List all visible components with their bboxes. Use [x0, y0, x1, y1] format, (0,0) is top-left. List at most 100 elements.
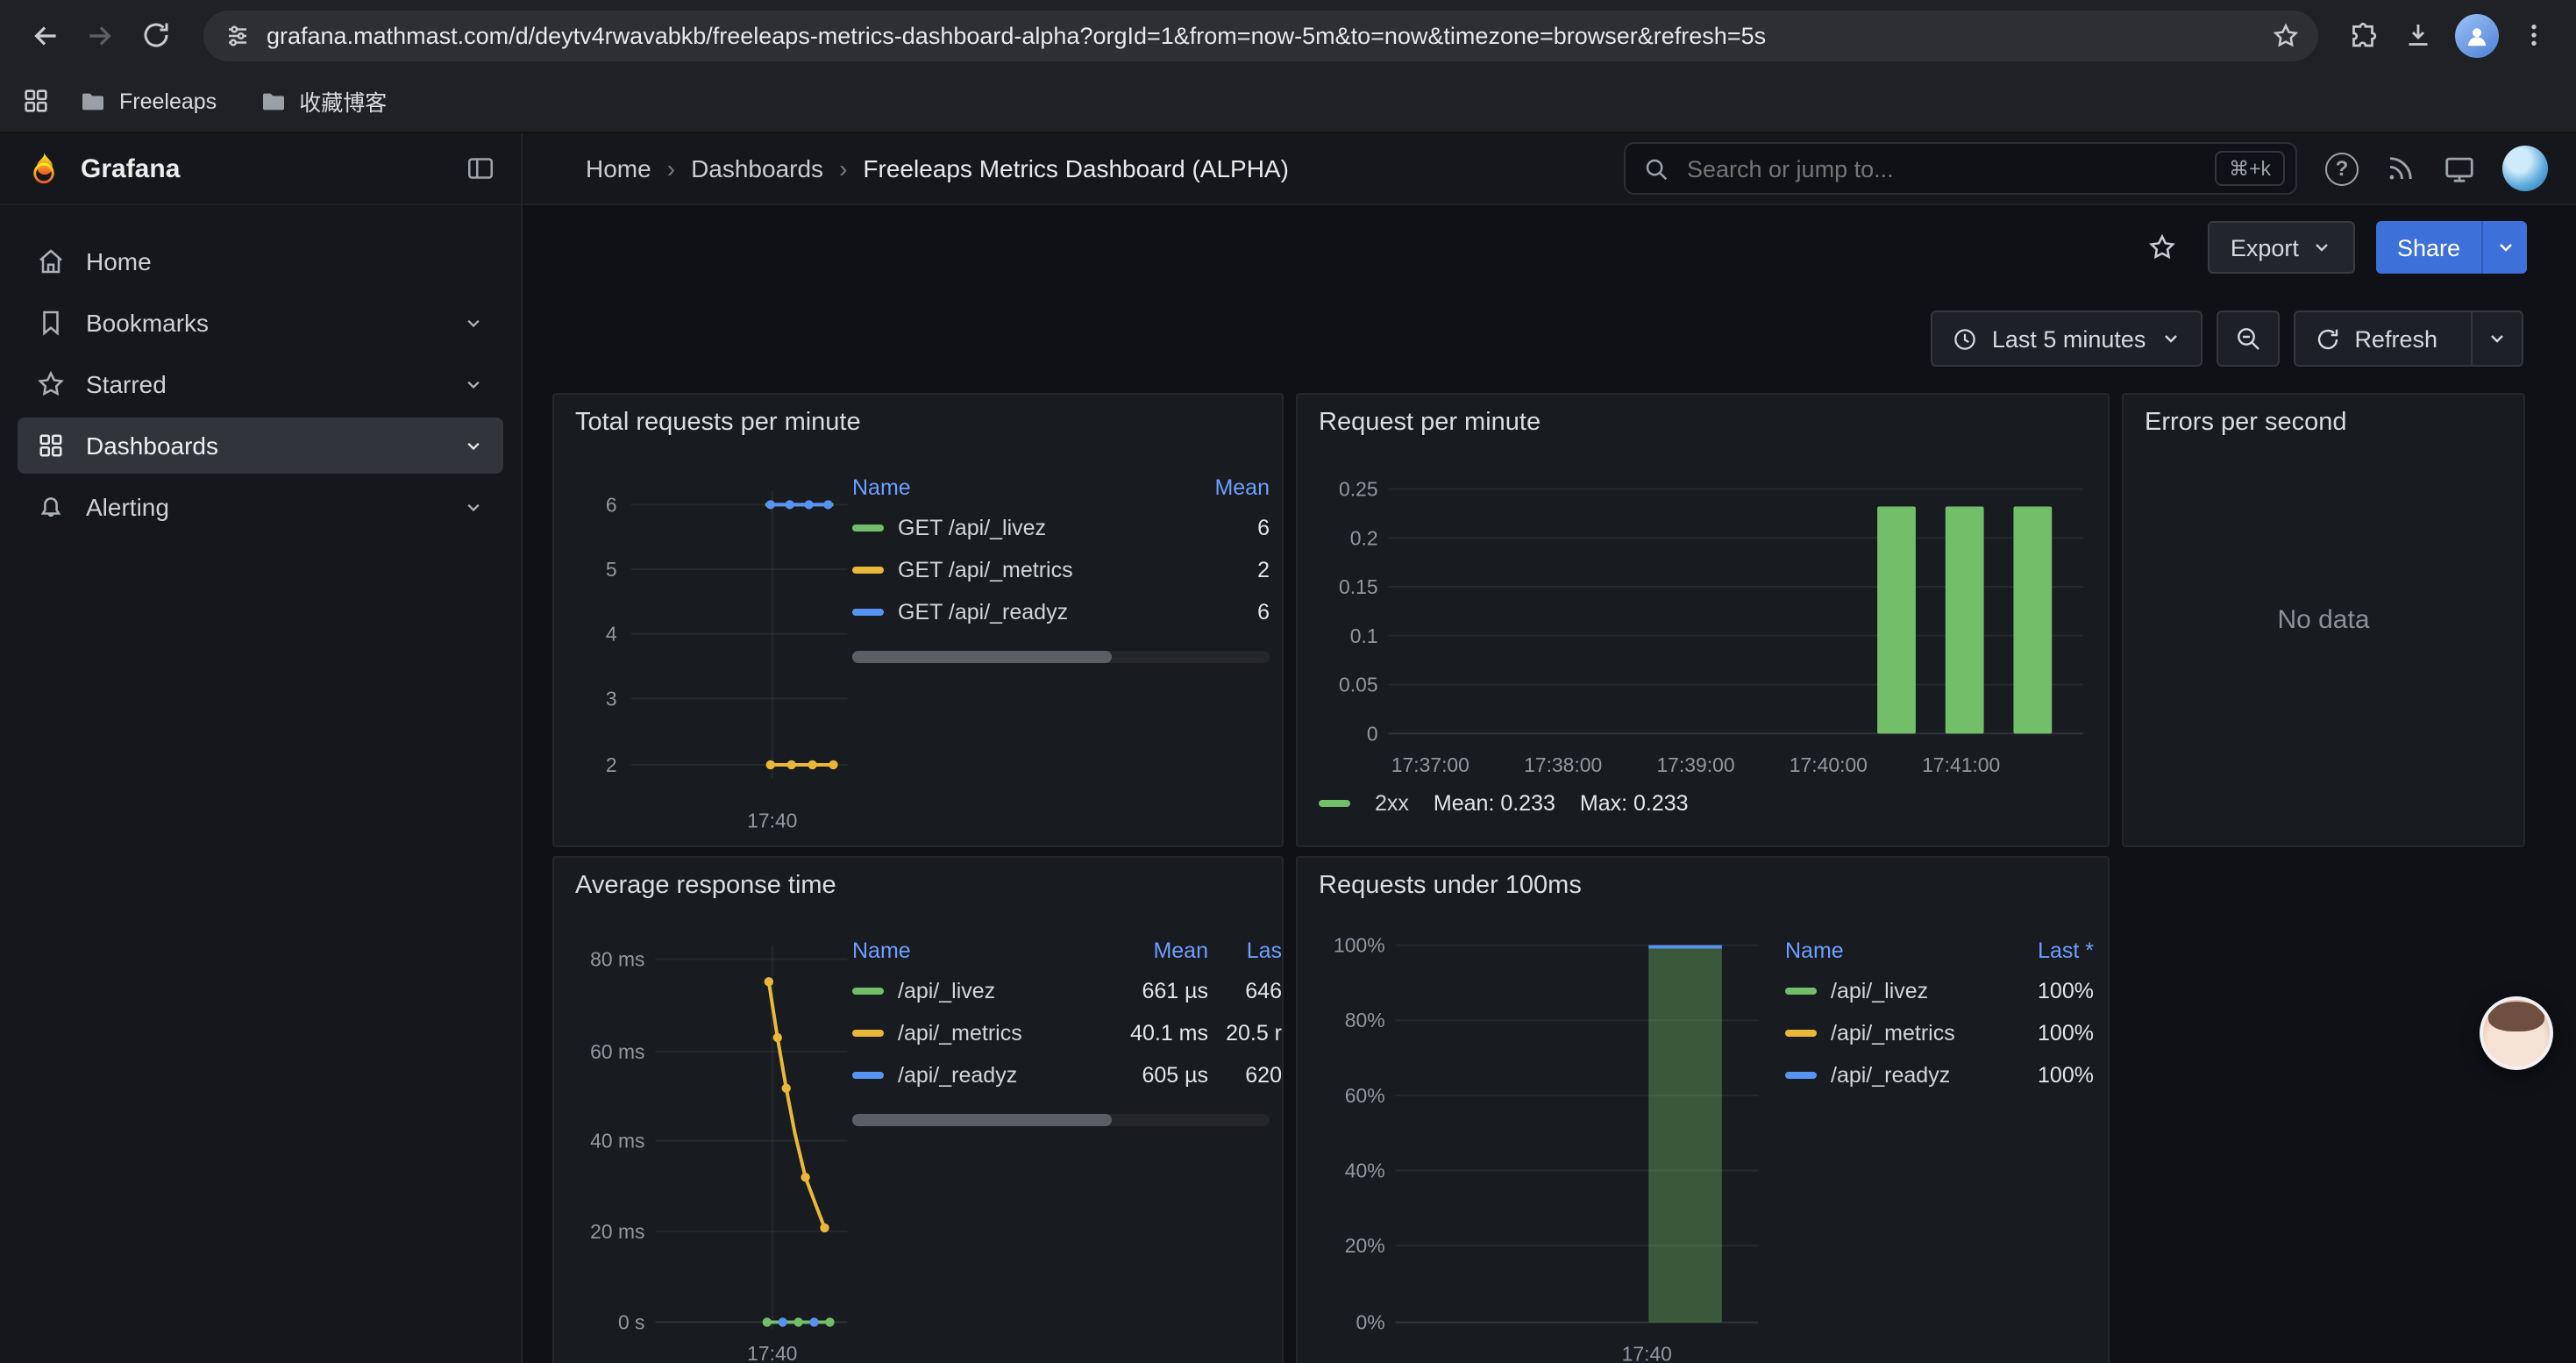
- breadcrumb-home[interactable]: Home: [586, 154, 651, 182]
- bar-2xx: [1877, 506, 1916, 733]
- panel-request-per-minute: Request per minute 0.25 0.2 0.15 0.1 0.0…: [1296, 393, 2110, 847]
- legend-row[interactable]: /api/_livez 661 µs 646: [852, 970, 1282, 1012]
- legend-value: 646: [1208, 979, 1282, 1003]
- x-axis-tick: 17:40: [747, 810, 797, 832]
- legend-row[interactable]: /api/_livez 100%: [1785, 970, 2094, 1012]
- bar-chart[interactable]: 0.25 0.2 0.15 0.1 0.05 0 17:37:00 17:38:…: [1298, 395, 2108, 847]
- time-controls: Last 5 minutes Refresh: [523, 310, 2523, 367]
- y-axis-tick: 80 ms: [590, 947, 644, 970]
- legend-header-last[interactable]: Las: [1208, 938, 1282, 963]
- series-color-swatch: [852, 609, 884, 616]
- legend-header-name[interactable]: Name: [852, 475, 1189, 500]
- sidebar-item-label: Alerting: [86, 493, 169, 521]
- x-axis-tick: 17:40:00: [1790, 753, 1868, 776]
- legend-scrollbar[interactable]: [852, 651, 1270, 663]
- legend-header-name[interactable]: Name: [1785, 938, 2003, 963]
- apps-grid-icon[interactable]: [21, 86, 51, 116]
- magnifier-minus-icon: [2233, 325, 2261, 353]
- sidebar-collapse-icon[interactable]: [465, 153, 496, 184]
- zoom-out-button[interactable]: [2216, 310, 2279, 367]
- chevron-down-icon[interactable]: [461, 372, 486, 396]
- legend-row[interactable]: GET /api/_readyz 6: [852, 591, 1270, 633]
- help-icon[interactable]: ?: [2325, 152, 2359, 185]
- sidebar-item-home[interactable]: Home: [18, 233, 503, 289]
- back-button[interactable]: [18, 9, 70, 61]
- sidebar-item-dashboards[interactable]: Dashboards: [18, 417, 503, 474]
- y-axis-tick: 20 ms: [590, 1220, 644, 1243]
- monitor-icon[interactable]: [2443, 152, 2476, 185]
- browser-menu-icon[interactable]: [2520, 21, 2548, 49]
- folder-icon: [259, 87, 287, 115]
- bookmark-item-freeleaps[interactable]: Freeleaps: [65, 80, 231, 122]
- bookmark-item-blogs[interactable]: 收藏博客: [245, 77, 401, 125]
- legend-header-last[interactable]: Last *: [2003, 938, 2094, 963]
- legend-row[interactable]: GET /api/_livez 6: [852, 507, 1270, 549]
- legend-row[interactable]: GET /api/_metrics 2: [852, 549, 1270, 591]
- bell-icon: [35, 491, 67, 523]
- legend-name: /api/_metrics: [898, 1021, 1103, 1045]
- legend-row[interactable]: 2xx Mean: 0.233 Max: 0.233: [1319, 791, 1689, 816]
- legend-table: Name Mean GET /api/_livez 6 GET /api/_me…: [852, 468, 1270, 633]
- forward-button[interactable]: [74, 9, 126, 61]
- arrow-left-icon: [27, 18, 60, 52]
- star-icon: [35, 368, 67, 400]
- site-settings-icon: [224, 22, 251, 48]
- url-bar[interactable]: grafana.mathmast.com/d/deytv4rwavabkb/fr…: [203, 10, 2318, 61]
- legend-table: Name Last * /api/_livez 100% /api/_metri…: [1785, 931, 2094, 1096]
- download-icon[interactable]: [2402, 19, 2434, 51]
- profile-avatar[interactable]: [2455, 13, 2499, 57]
- legend-row[interactable]: /api/_metrics 40.1 ms 20.5 r: [852, 1012, 1282, 1054]
- extensions-icon[interactable]: [2350, 19, 2381, 51]
- legend-row[interactable]: /api/_metrics 100%: [1785, 1012, 2094, 1054]
- refresh-caret-button[interactable]: [2471, 312, 2522, 365]
- search-box[interactable]: ⌘+k: [1624, 142, 2297, 195]
- legend-value: 100%: [2003, 1021, 2094, 1045]
- bar-2xx: [2013, 506, 2052, 733]
- bookmark-label: Freeleaps: [119, 89, 217, 113]
- y-axis-tick: 0.1: [1350, 624, 1378, 647]
- user-avatar[interactable]: [2502, 146, 2548, 191]
- legend-header-mean[interactable]: Mean: [1189, 475, 1270, 500]
- series-metrics-line: [769, 981, 825, 1228]
- scrollbar-thumb[interactable]: [852, 651, 1111, 663]
- share-caret-button[interactable]: [2481, 221, 2527, 274]
- scrollbar-thumb[interactable]: [852, 1114, 1111, 1126]
- arrow-right-icon: [83, 18, 117, 52]
- legend-name: /api/_readyz: [1831, 1063, 2003, 1088]
- refresh-button[interactable]: Refresh: [2295, 312, 2457, 365]
- floating-assistant-avatar[interactable]: [2480, 996, 2553, 1070]
- avatar-hair: [2488, 1002, 2544, 1031]
- news-icon[interactable]: [2385, 153, 2416, 184]
- breadcrumb-dashboards[interactable]: Dashboards: [691, 154, 823, 182]
- series-readyz-point: [809, 1317, 818, 1326]
- sidebar-nav: Home Bookmarks Starred Dashboards: [0, 205, 521, 563]
- sidebar-item-bookmarks[interactable]: Bookmarks: [18, 295, 503, 351]
- chevron-down-icon[interactable]: [461, 433, 486, 458]
- sidebar-item-label: Dashboards: [86, 432, 218, 460]
- bookmark-star-icon[interactable]: [2271, 20, 2301, 50]
- chevron-down-icon[interactable]: [461, 495, 486, 519]
- legend-row[interactable]: /api/_readyz 605 µs 620: [852, 1054, 1282, 1096]
- reload-button[interactable]: [130, 9, 182, 61]
- legend-max: Max: 0.233: [1580, 791, 1689, 816]
- y-axis-tick: 3: [606, 687, 617, 710]
- legend-row[interactable]: /api/_readyz 100%: [1785, 1054, 2094, 1096]
- y-axis-tick: 60 ms: [590, 1040, 644, 1063]
- browser-toolbar: grafana.mathmast.com/d/deytv4rwavabkb/fr…: [0, 0, 2576, 70]
- time-range-picker[interactable]: Last 5 minutes: [1931, 310, 2202, 367]
- series-color-swatch: [852, 567, 884, 574]
- legend-header-mean[interactable]: Mean: [1103, 938, 1208, 963]
- sidebar-item-alerting[interactable]: Alerting: [18, 479, 503, 535]
- sidebar-item-starred[interactable]: Starred: [18, 356, 503, 412]
- export-button[interactable]: Export: [2208, 221, 2355, 274]
- y-axis-tick: 60%: [1345, 1084, 1385, 1107]
- favorite-star-button[interactable]: [2138, 223, 2187, 272]
- legend-name: /api/_livez: [1831, 979, 2003, 1003]
- share-button[interactable]: Share: [2376, 221, 2481, 274]
- legend-value: 6: [1189, 516, 1270, 540]
- search-input[interactable]: [1683, 153, 2201, 183]
- legend-scrollbar[interactable]: [852, 1114, 1270, 1126]
- person-icon: [2464, 22, 2490, 48]
- legend-header-name[interactable]: Name: [852, 938, 1103, 963]
- chevron-down-icon[interactable]: [461, 310, 486, 335]
